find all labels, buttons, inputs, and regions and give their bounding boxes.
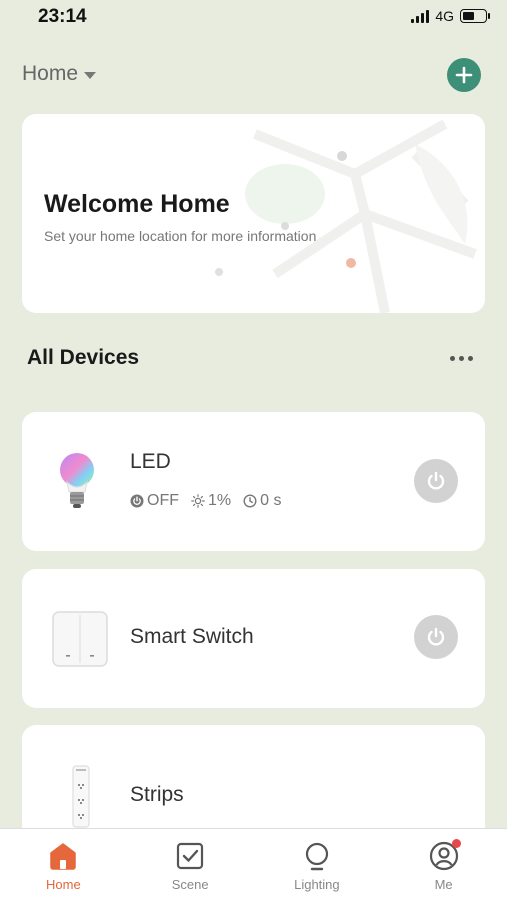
device-name: Smart Switch (130, 625, 254, 648)
signal-icon (411, 9, 430, 23)
status-bar: 23:14 4G (0, 0, 507, 34)
power-icon (427, 471, 445, 490)
device-name: Strips (130, 783, 184, 806)
home-icon (50, 843, 77, 870)
welcome-card[interactable]: Welcome Home Set your home location for … (22, 114, 485, 313)
brightness-value: 1% (208, 492, 232, 509)
device-card-led[interactable]: LED OFF 1% 0 s (22, 412, 485, 551)
nav-item-scene[interactable]: Scene (127, 829, 254, 900)
add-device-button[interactable] (447, 58, 481, 92)
battery-icon (460, 9, 490, 23)
dot (459, 356, 464, 361)
timer-status: 0 s (243, 492, 281, 510)
map-decoration (215, 119, 477, 313)
welcome-subtitle: Set your home location for more informat… (44, 228, 317, 244)
power-icon (427, 627, 445, 646)
status-time: 23:14 (38, 6, 87, 27)
network-label: 4G (435, 8, 454, 24)
wall-switch-icon (52, 611, 108, 667)
welcome-title: Welcome Home (44, 190, 230, 218)
nav-label: Home (46, 877, 81, 892)
device-card-smart-switch[interactable]: Smart Switch (22, 569, 485, 708)
device-status: OFF 1% 0 s (130, 492, 281, 510)
light-bulb-icon (60, 453, 94, 508)
status-indicators: 4G (411, 8, 490, 24)
bottom-nav: Home Scene Lighting Me (0, 828, 507, 900)
nav-item-lighting[interactable]: Lighting (254, 829, 381, 900)
user-icon-wrap (429, 839, 461, 871)
all-devices-title: All Devices (27, 346, 140, 369)
power-strip-icon (72, 765, 90, 828)
bulb-outline-icon (305, 842, 328, 871)
home-title: Home (22, 62, 79, 85)
home-selector[interactable]: Home (22, 62, 97, 86)
device-name: LED (130, 450, 171, 473)
checkbox-icon (177, 842, 204, 870)
power-status-value: OFF (147, 492, 179, 509)
timer-value: 0 s (260, 492, 282, 509)
caret-down-icon (84, 71, 97, 79)
nav-label: Scene (171, 877, 209, 892)
nav-item-home[interactable]: Home (0, 829, 127, 900)
more-options-button[interactable] (448, 354, 475, 363)
nav-item-me[interactable]: Me (380, 829, 507, 900)
brightness-status: 1% (191, 492, 231, 510)
nav-label: Me (434, 877, 453, 892)
sun-icon (191, 494, 205, 508)
nav-label: Lighting (294, 877, 340, 892)
plus-icon (455, 66, 473, 84)
power-small-icon (130, 494, 144, 508)
power-toggle-button[interactable] (414, 615, 458, 659)
dot (468, 356, 473, 361)
clock-icon (243, 494, 257, 508)
power-toggle-button[interactable] (414, 459, 458, 503)
power-status: OFF (130, 492, 179, 510)
notification-badge (451, 839, 461, 848)
battery-fill (463, 12, 475, 20)
dot (450, 356, 455, 361)
